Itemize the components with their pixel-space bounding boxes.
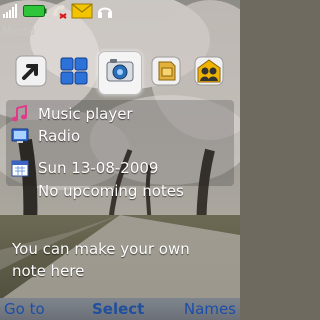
message-icon [71, 2, 93, 20]
battery-icon [23, 2, 47, 20]
contacts-icon [192, 54, 226, 92]
windows-icon [57, 54, 91, 92]
menu-label: Menu [2, 24, 35, 38]
date-label: Sun 13-08-2009 [38, 159, 159, 177]
signal-icon [2, 2, 20, 20]
shortcut-arrow[interactable] [12, 54, 50, 92]
camera-icon [103, 54, 137, 92]
missed-call-icon [50, 2, 68, 20]
notes-label: No upcoming notes [38, 182, 184, 200]
notes-status: No upcoming notes [38, 182, 184, 200]
radio-label: Radio [38, 127, 81, 145]
shortcut-camera[interactable] [98, 51, 142, 95]
shortcut-sim[interactable] [147, 54, 185, 92]
arrow-icon [14, 54, 48, 92]
music-player-item[interactable]: Music player [10, 104, 133, 124]
headset-icon [96, 2, 114, 20]
radio-item[interactable]: Radio [10, 126, 80, 146]
calendar-item[interactable]: Sun 13-08-2009 [10, 158, 158, 178]
music-player-label: Music player [38, 105, 133, 123]
calendar-icon [10, 158, 30, 178]
select-softkey[interactable]: Select [92, 300, 144, 318]
custom-note[interactable]: You can make your own note here [12, 238, 228, 282]
shortcut-windows[interactable] [55, 54, 93, 92]
names-softkey[interactable]: Names [184, 300, 236, 318]
softkey-bar: Go to Select Names [0, 298, 240, 320]
shortcut-contacts[interactable] [190, 54, 228, 92]
goto-softkey[interactable]: Go to [4, 300, 45, 318]
shortcut-bar [12, 50, 228, 96]
status-bar [0, 0, 240, 22]
sim-card-icon [149, 54, 183, 92]
radio-icon [10, 126, 30, 146]
music-note-icon [10, 104, 30, 124]
